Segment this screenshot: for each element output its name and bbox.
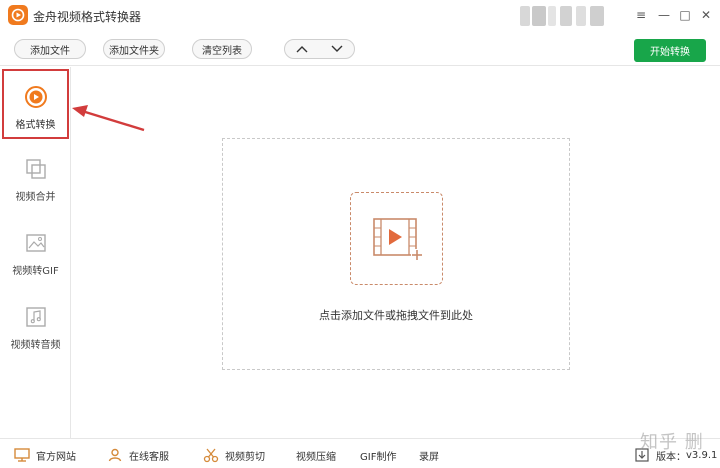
user-avatar[interactable] xyxy=(520,6,604,26)
scissors-icon xyxy=(203,447,219,463)
file-drop-zone[interactable]: 点击添加文件或拖拽文件到此处 xyxy=(222,138,570,370)
play-circle-icon xyxy=(24,85,48,109)
watermark: 知乎 删 xyxy=(640,432,704,453)
screen-record-link[interactable]: 录屏 xyxy=(419,447,439,463)
gif-maker-link[interactable]: GIF制作 xyxy=(360,447,396,463)
move-down-button[interactable] xyxy=(320,40,355,58)
chevron-up-icon xyxy=(296,46,308,53)
footer-bar: 官方网站 在线客服 视频剪切 视频压缩 GIF制作 录屏 版本： v3.9.1 xyxy=(0,438,720,468)
sidebar: 格式转换 视频合并 视频转GIF 视频转音频 xyxy=(0,67,71,438)
app-title: 金舟视频格式转换器 xyxy=(33,10,142,24)
add-file-button[interactable]: 添加文件 xyxy=(14,39,86,59)
title-bar: 金舟视频格式转换器 ≡ — □ ✕ xyxy=(0,0,720,32)
add-folder-button[interactable]: 添加文件夹 xyxy=(103,39,165,59)
sidebar-item-label: 格式转换 xyxy=(15,120,56,131)
annotation-arrow-icon xyxy=(72,105,145,132)
footer-item-label: 视频压缩 xyxy=(296,451,336,463)
sidebar-item-label: 视频转GIF xyxy=(12,266,59,277)
footer-item-label: 在线客服 xyxy=(129,451,169,463)
footer-item-label: 录屏 xyxy=(419,451,439,463)
sidebar-item-format-convert[interactable]: 格式转换 xyxy=(2,69,69,139)
sidebar-item-label: 视频合并 xyxy=(15,192,56,203)
toolbar: 添加文件 添加文件夹 清空列表 开始转换 xyxy=(0,32,720,66)
minimize-icon[interactable]: — xyxy=(657,8,671,22)
video-compress-link[interactable]: 视频压缩 xyxy=(296,447,336,463)
app-window: 金舟视频格式转换器 ≡ — □ ✕ 添加文件 添加文件夹 清空列表 开始转换 格… xyxy=(0,0,720,468)
footer-item-label: GIF制作 xyxy=(360,451,397,463)
footer-item-label: 官方网站 xyxy=(36,451,76,463)
close-icon[interactable]: ✕ xyxy=(699,8,713,22)
sidebar-item-label: 视频转音频 xyxy=(10,340,61,351)
sidebar-item-video-to-audio[interactable]: 视频转音频 xyxy=(2,291,69,361)
online-support-link[interactable]: 在线客服 xyxy=(107,447,169,463)
footer-item-label: 视频剪切 xyxy=(225,451,265,463)
image-icon xyxy=(24,231,48,255)
maximize-icon[interactable]: □ xyxy=(678,8,692,22)
move-up-button[interactable] xyxy=(285,40,320,58)
menu-icon[interactable]: ≡ xyxy=(634,8,648,22)
sidebar-item-video-to-gif[interactable]: 视频转GIF xyxy=(2,217,69,287)
user-icon xyxy=(107,447,123,463)
video-cut-link[interactable]: 视频剪切 xyxy=(203,447,265,463)
clear-list-button[interactable]: 清空列表 xyxy=(192,39,252,59)
official-website-link[interactable]: 官方网站 xyxy=(14,447,76,463)
app-logo-icon xyxy=(8,5,28,25)
chevron-down-icon xyxy=(331,45,343,52)
merge-icon xyxy=(24,157,48,181)
drop-zone-hint: 点击添加文件或拖拽文件到此处 xyxy=(319,309,473,322)
sidebar-item-video-merge[interactable]: 视频合并 xyxy=(2,143,69,213)
music-icon xyxy=(24,305,48,329)
start-convert-button[interactable]: 开始转换 xyxy=(634,39,706,62)
move-buttons xyxy=(284,39,355,59)
monitor-icon xyxy=(14,447,30,463)
add-video-icon xyxy=(350,192,443,285)
